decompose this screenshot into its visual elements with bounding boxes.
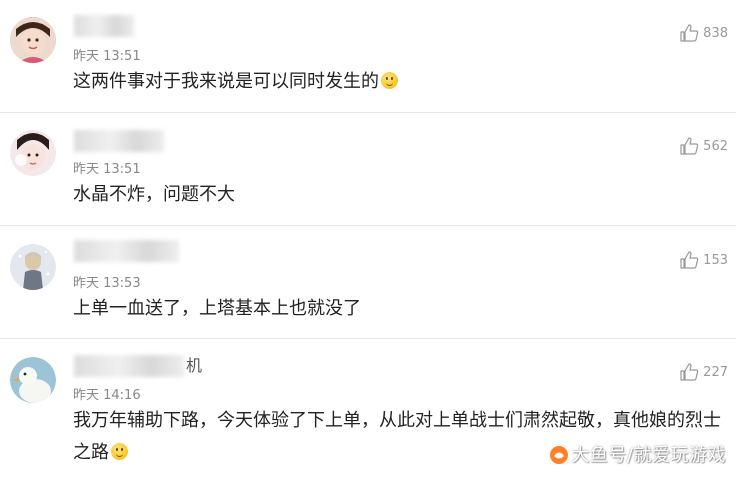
watermark: 大鱼号/就爱玩游戏 [549, 441, 726, 467]
watermark-logo-icon [550, 446, 569, 464]
comment-text: 上单一血送了，上塔基本上也就没了 [73, 293, 716, 325]
comment-time: 昨天 13:51 [73, 49, 141, 64]
username[interactable] [74, 15, 136, 37]
comment-text-body: 上单一血送了，上塔基本上也就没了 [73, 298, 361, 319]
thumbs-up-icon [680, 24, 699, 42]
like-button[interactable]: 838 [680, 24, 728, 42]
avatar[interactable] [10, 130, 56, 176]
like-count: 227 [703, 364, 728, 380]
like-count: 838 [703, 25, 728, 41]
username[interactable] [74, 130, 166, 152]
comment-item: 昨天 13:51 水晶不炸，问题不大 562 [0, 113, 736, 226]
comment-text: 这两件事对于我来说是可以同时发生的 [73, 66, 716, 98]
comment-item: 昨天 13:53 上单一血送了，上塔基本上也就没了 153 [0, 226, 736, 339]
comment-time: 昨天 13:53 [73, 276, 141, 291]
comment-time: 昨天 13:51 [73, 162, 141, 177]
username[interactable] [74, 240, 181, 262]
smile-emoji-icon [381, 72, 398, 89]
like-button[interactable]: 227 [680, 363, 728, 381]
comment-item: 昨天 13:51 这两件事对于我来说是可以同时发生的 838 [0, 0, 736, 113]
avatar[interactable] [10, 17, 56, 63]
comment-text: 水晶不炸，问题不大 [73, 179, 716, 211]
like-button[interactable]: 153 [680, 251, 728, 269]
thumbs-up-icon [680, 251, 699, 269]
like-count: 153 [703, 252, 728, 268]
thumbs-up-icon [680, 137, 699, 155]
like-button[interactable]: 562 [680, 137, 728, 155]
like-count: 562 [703, 138, 728, 154]
smile-emoji-icon [111, 443, 128, 460]
watermark-text: 大鱼号/就爱玩游戏 [571, 445, 726, 466]
avatar[interactable] [10, 357, 56, 403]
thumbs-up-icon [680, 363, 699, 381]
avatar[interactable] [10, 244, 56, 290]
comment-text-body: 水晶不炸，问题不大 [73, 184, 235, 205]
comment-time: 昨天 14:16 [73, 388, 141, 403]
username[interactable]: 机 [74, 355, 202, 377]
comment-text-body: 这两件事对于我来说是可以同时发生的 [73, 71, 379, 92]
